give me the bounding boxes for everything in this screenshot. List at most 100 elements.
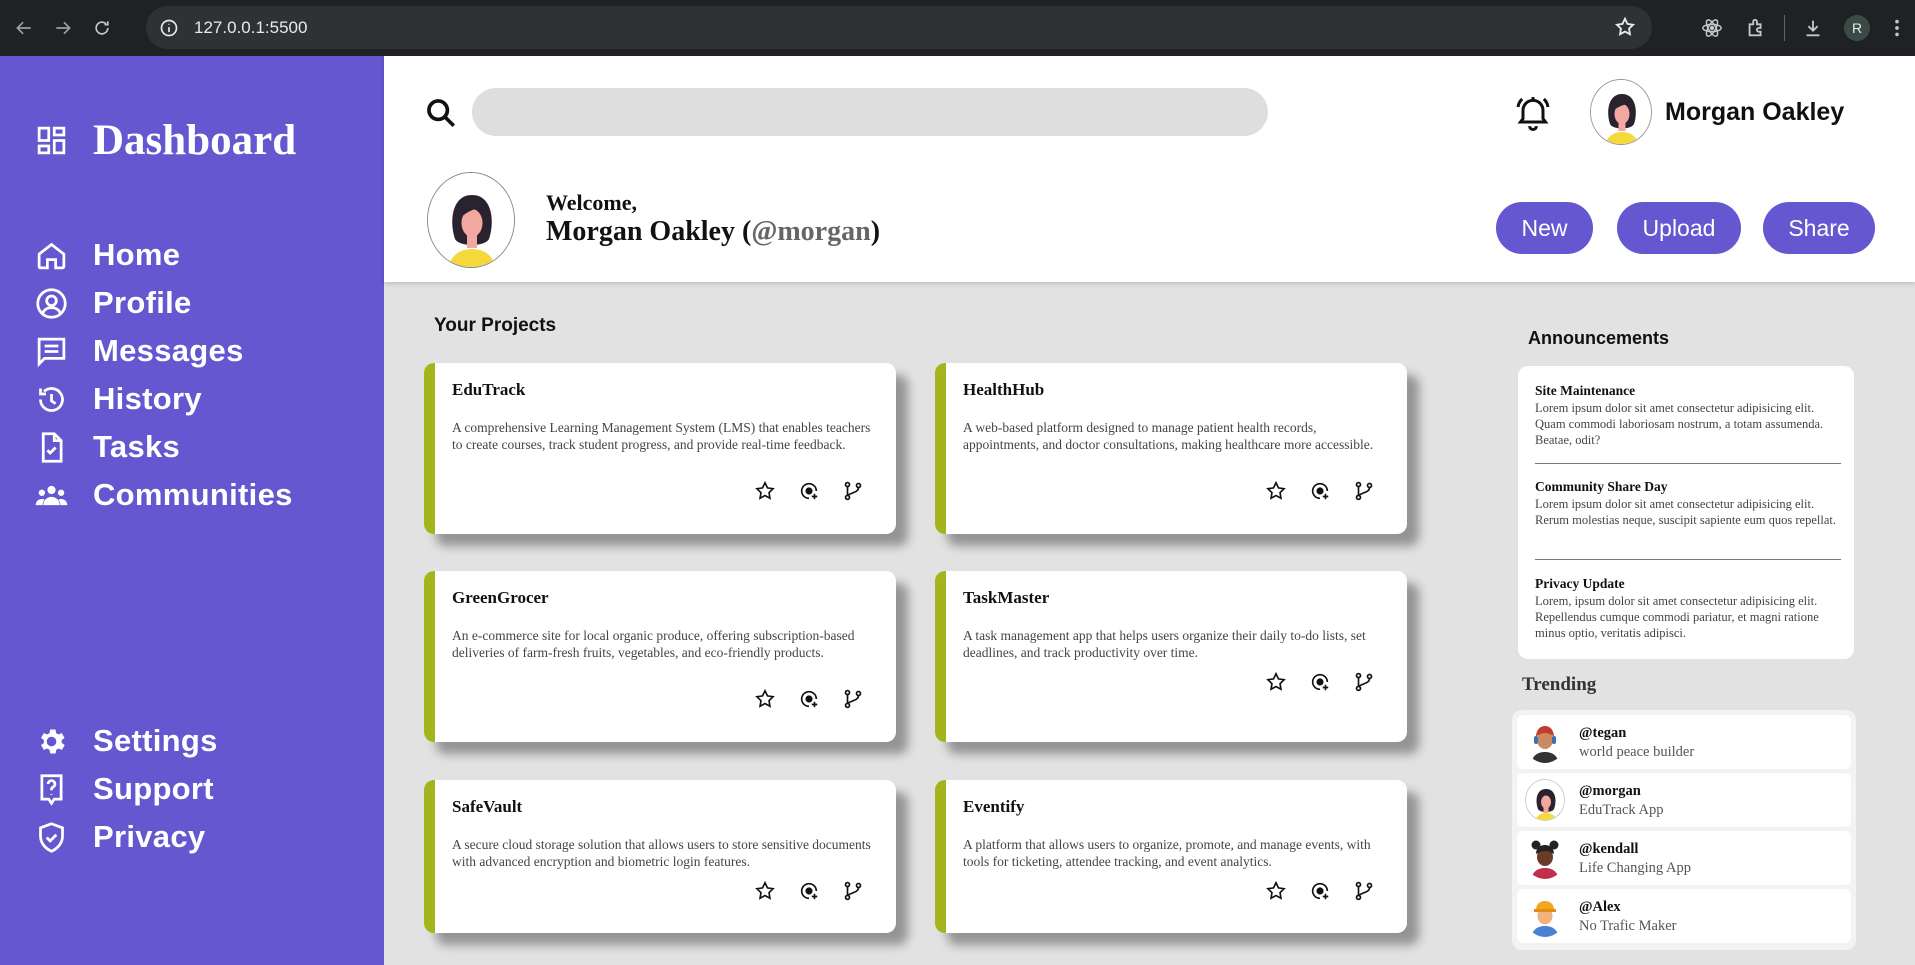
- upload-button[interactable]: Upload: [1617, 202, 1741, 254]
- trending-handle: @kendall: [1579, 841, 1639, 857]
- extensions-icon[interactable]: [1734, 6, 1778, 50]
- communities-icon: [35, 485, 68, 505]
- welcome-avatar: [427, 172, 515, 268]
- project-actions: [1265, 480, 1375, 502]
- trending-handle: @morgan: [1579, 783, 1641, 799]
- menu-kebab-icon[interactable]: [1879, 6, 1915, 50]
- trending-handle: @Alex: [1579, 899, 1621, 915]
- project-actions: [754, 688, 864, 710]
- morgan-avatar: [1525, 779, 1565, 821]
- project-title: GreenGrocer: [452, 588, 549, 607]
- react-devtools-icon[interactable]: [1690, 6, 1734, 50]
- announcements-panel: Site Maintenance Lorem ipsum dolor sit a…: [1518, 366, 1854, 659]
- trending-subtitle: world peace builder: [1579, 744, 1695, 760]
- sidebar-item-privacy[interactable]: Privacy: [35, 817, 205, 857]
- new-button[interactable]: New: [1496, 202, 1593, 254]
- sidebar-item-label: Communities: [93, 477, 293, 512]
- fork-icon[interactable]: [842, 880, 864, 902]
- announcement-body: Lorem, ipsum dolor sit amet consectetur …: [1535, 594, 1819, 640]
- home-icon: [37, 242, 66, 269]
- back-icon[interactable]: [8, 12, 40, 44]
- announcement-item[interactable]: Site Maintenance Lorem ipsum dolor sit a…: [1535, 383, 1841, 448]
- project-title: SafeVault: [452, 797, 523, 816]
- project-title: HealthHub: [963, 380, 1045, 399]
- announcement-divider: [1535, 559, 1841, 560]
- fork-icon[interactable]: [842, 480, 864, 502]
- project-card[interactable]: Eventify A platform that allows users to …: [935, 780, 1407, 933]
- project-card[interactable]: GreenGrocer An e-commerce site for local …: [424, 571, 896, 742]
- welcome-name: Morgan Oakley (@morgan): [546, 216, 880, 248]
- address-bar[interactable]: 127.0.0.1:5500: [146, 6, 1652, 49]
- sidebar-item-support[interactable]: Support: [35, 769, 214, 809]
- fork-icon[interactable]: [1353, 480, 1375, 502]
- welcome-label: Welcome,: [546, 190, 638, 215]
- star-icon[interactable]: [1265, 671, 1287, 693]
- star-icon[interactable]: [754, 688, 776, 710]
- trending-item[interactable]: @kendall Life Changing App: [1517, 831, 1851, 885]
- reload-icon[interactable]: [86, 12, 118, 44]
- history-icon: [39, 386, 64, 412]
- sidebar-item-messages[interactable]: Messages: [35, 331, 244, 371]
- trending-item[interactable]: @tegan world peace builder: [1517, 715, 1851, 769]
- fork-icon[interactable]: [842, 688, 864, 710]
- announcement-body: Lorem ipsum dolor sit amet consectetur a…: [1535, 497, 1836, 527]
- project-description: A web-based platform designed to manage …: [963, 420, 1374, 452]
- announcement-item[interactable]: Community Share Day Lorem ipsum dolor si…: [1535, 479, 1841, 528]
- site-info-icon[interactable]: [158, 17, 180, 39]
- search-icon[interactable]: [424, 96, 458, 130]
- project-card[interactable]: HealthHub A web-based platform designed t…: [935, 363, 1407, 534]
- bell-icon[interactable]: [1513, 92, 1553, 132]
- star-icon[interactable]: [1265, 480, 1287, 502]
- user-avatar[interactable]: [1590, 79, 1652, 145]
- project-card[interactable]: SafeVault A secure cloud storage solution…: [424, 780, 896, 933]
- woman-avatar-icon: [428, 173, 514, 267]
- watch-icon[interactable]: [1309, 671, 1331, 693]
- project-card[interactable]: EduTrack A comprehensive Learning Managem…: [424, 363, 896, 534]
- bookmark-star-icon[interactable]: [1614, 16, 1636, 38]
- share-button[interactable]: Share: [1763, 202, 1875, 254]
- project-actions: [1265, 671, 1375, 693]
- watch-icon[interactable]: [798, 480, 820, 502]
- user-name[interactable]: Morgan Oakley: [1665, 98, 1844, 127]
- star-icon[interactable]: [1265, 880, 1287, 902]
- downloads-icon[interactable]: [1791, 6, 1835, 50]
- fork-icon[interactable]: [1353, 880, 1375, 902]
- trending-subtitle: Life Changing App: [1579, 860, 1691, 876]
- tegan-avatar: [1525, 721, 1565, 763]
- announcement-item[interactable]: Privacy Update Lorem, ipsum dolor sit am…: [1535, 576, 1841, 641]
- welcome-name-close: ): [870, 216, 881, 247]
- star-icon[interactable]: [754, 480, 776, 502]
- trending-subtitle: EduTrack App: [1579, 802, 1664, 818]
- watch-icon[interactable]: [1309, 880, 1331, 902]
- sidebar-item-history[interactable]: History: [35, 379, 202, 419]
- sidebar-item-settings[interactable]: Settings: [35, 721, 218, 761]
- sidebar-item-label: Home: [93, 237, 181, 272]
- fork-icon[interactable]: [1353, 671, 1375, 693]
- project-card[interactable]: TaskMaster A task management app that hel…: [935, 571, 1407, 742]
- alex-avatar: [1525, 895, 1565, 937]
- forward-icon[interactable]: [47, 12, 79, 44]
- profile-avatar[interactable]: R: [1835, 6, 1879, 50]
- trending-panel: @tegan world peace builder @morgan EduTr…: [1512, 710, 1856, 950]
- sidebar-item-label: History: [93, 381, 202, 416]
- sidebar-brand[interactable]: Dashboard: [35, 116, 296, 165]
- watch-icon[interactable]: [798, 688, 820, 710]
- sidebar-item-label: Tasks: [93, 429, 181, 464]
- announcement-divider: [1535, 463, 1841, 464]
- announcement-title: Privacy Update: [1535, 576, 1625, 591]
- trending-item[interactable]: @morgan EduTrack App: [1517, 773, 1851, 827]
- project-description: A secure cloud storage solution that all…: [452, 837, 871, 869]
- project-description: An e-commerce site for local organic pro…: [452, 628, 855, 660]
- watch-icon[interactable]: [798, 880, 820, 902]
- sidebar-item-profile[interactable]: Profile: [35, 283, 192, 323]
- sidebar-item-communities[interactable]: Communities: [35, 475, 293, 515]
- sidebar-item-tasks[interactable]: Tasks: [35, 427, 180, 467]
- search-input[interactable]: [472, 88, 1268, 136]
- watch-icon[interactable]: [1309, 480, 1331, 502]
- trending-item[interactable]: @Alex No Trafic Maker: [1517, 889, 1851, 943]
- kendall-avatar: [1525, 837, 1565, 879]
- tasks-icon: [41, 431, 63, 463]
- sidebar-item-home[interactable]: Home: [35, 235, 180, 275]
- dashboard-icon: [37, 126, 66, 155]
- star-icon[interactable]: [754, 880, 776, 902]
